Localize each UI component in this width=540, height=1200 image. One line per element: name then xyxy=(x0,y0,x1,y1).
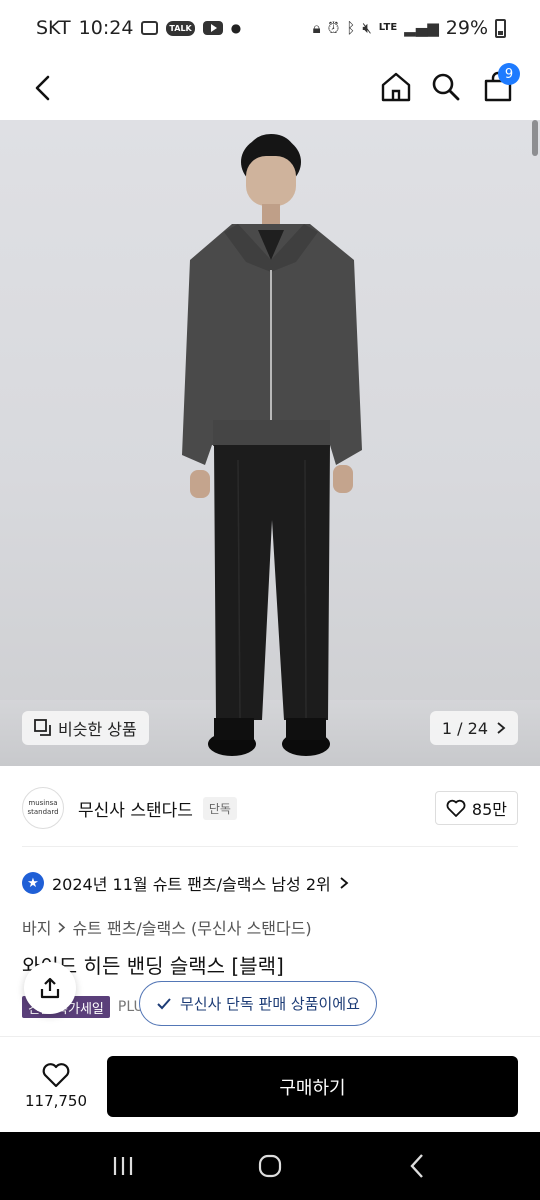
section-divider xyxy=(22,846,518,847)
ranking-text: 2024년 11월 슈트 팬츠/슬랙스 남성 2위 xyxy=(52,875,331,894)
similar-products-button[interactable]: 비슷한 상품 xyxy=(22,711,149,745)
chevron-left-icon xyxy=(35,75,50,101)
cart-button[interactable]: 9 xyxy=(476,62,520,112)
youtube-notification-icon xyxy=(202,21,223,35)
lock-icon: 🔒︎ xyxy=(312,18,321,37)
brand-logo-line2: standard xyxy=(27,808,59,816)
breadcrumb: 바지 슈트 팬츠/슬랙스 (무신사 스탠다드) xyxy=(22,912,312,942)
system-navigation-bar xyxy=(0,1132,540,1200)
status-bar: SKT 10:24 TALK ● 🔒︎ ⏰︎ ᛒ 🔇︎ LTE ▂▄▆ 29% xyxy=(0,0,540,56)
signal-icon: ▂▄▆ xyxy=(404,18,439,37)
checkmark-icon xyxy=(157,997,171,1009)
battery-percent: 29% xyxy=(445,17,488,39)
brand-like-button[interactable]: 85만 xyxy=(434,791,518,825)
bluetooth-icon: ᛒ xyxy=(346,18,356,37)
more-notifications-icon: ● xyxy=(230,21,242,35)
breadcrumb-category[interactable]: 슈트 팬츠/슬랙스 (무신사 스탠다드) xyxy=(72,915,311,939)
share-button[interactable] xyxy=(24,962,76,1014)
share-icon xyxy=(40,977,60,999)
heart-outline-icon xyxy=(446,799,466,817)
buy-button[interactable]: 구매하기 xyxy=(107,1056,518,1117)
chevron-right-icon xyxy=(340,877,349,889)
network-type: LTE xyxy=(378,22,398,33)
status-left: SKT 10:24 TALK ● xyxy=(36,17,241,39)
chevron-right-icon xyxy=(497,722,506,734)
brand-logo-line1: musinsa xyxy=(28,799,58,807)
home-icon xyxy=(381,72,411,102)
search-icon xyxy=(432,73,460,101)
home-system-button[interactable] xyxy=(240,1142,300,1190)
search-button[interactable] xyxy=(424,62,468,112)
carrier-label: SKT xyxy=(36,17,71,39)
exclusive-toast: 무신사 단독 판매 상품이에요 xyxy=(139,981,377,1026)
status-right: 🔒︎ ⏰︎ ᛒ 🔇︎ LTE ▂▄▆ 29% xyxy=(313,17,506,39)
gallery-notification-icon xyxy=(141,21,159,35)
system-back-button[interactable] xyxy=(387,1142,447,1190)
exclusive-toast-text: 무신사 단독 판매 상품이에요 xyxy=(180,995,360,1013)
breadcrumb-root[interactable]: 바지 xyxy=(22,915,51,939)
wishlist-count: 117,750 xyxy=(24,1092,88,1110)
brand-row: musinsa standard 무신사 스탠다드 단독 85만 xyxy=(0,778,540,838)
similar-products-label: 비슷한 상품 xyxy=(58,720,137,739)
app-header: 9 xyxy=(0,56,540,120)
home-circle-icon xyxy=(258,1154,282,1178)
image-counter[interactable]: 1 / 24 xyxy=(429,711,518,745)
heart-outline-icon xyxy=(42,1063,70,1088)
recent-apps-icon xyxy=(114,1157,133,1175)
image-counter-text: 1 / 24 xyxy=(441,718,488,738)
product-image[interactable]: 비슷한 상품 1 / 24 xyxy=(0,120,540,766)
exclusive-tag: 단독 xyxy=(202,796,237,820)
brand-name-link[interactable]: 무신사 스탠다드 xyxy=(78,796,193,821)
ranking-link[interactable]: ★ 2024년 11월 슈트 팬츠/슬랙스 남성 2위 xyxy=(22,866,349,900)
back-button[interactable] xyxy=(22,64,62,112)
similar-icon xyxy=(34,719,51,736)
brand-logo[interactable]: musinsa standard xyxy=(22,787,64,829)
home-button[interactable] xyxy=(374,62,418,112)
alarm-icon: ⏰︎ xyxy=(327,18,340,37)
cart-count-badge: 9 xyxy=(498,63,520,85)
brand-like-count: 85만 xyxy=(471,800,507,819)
ranking-star-icon: ★ xyxy=(22,872,44,894)
back-arrow-icon xyxy=(410,1154,423,1178)
talk-notification-icon: TALK xyxy=(166,20,195,36)
battery-icon xyxy=(495,18,506,38)
wishlist-button[interactable]: 117,750 xyxy=(22,1055,90,1117)
chevron-right-icon xyxy=(58,921,66,933)
mute-icon: 🔇︎ xyxy=(362,18,372,37)
recent-apps-button[interactable] xyxy=(93,1142,153,1190)
clock: 10:24 xyxy=(78,17,134,39)
purchase-bar: 117,750 구매하기 xyxy=(0,1036,540,1132)
model-figure xyxy=(182,134,362,756)
